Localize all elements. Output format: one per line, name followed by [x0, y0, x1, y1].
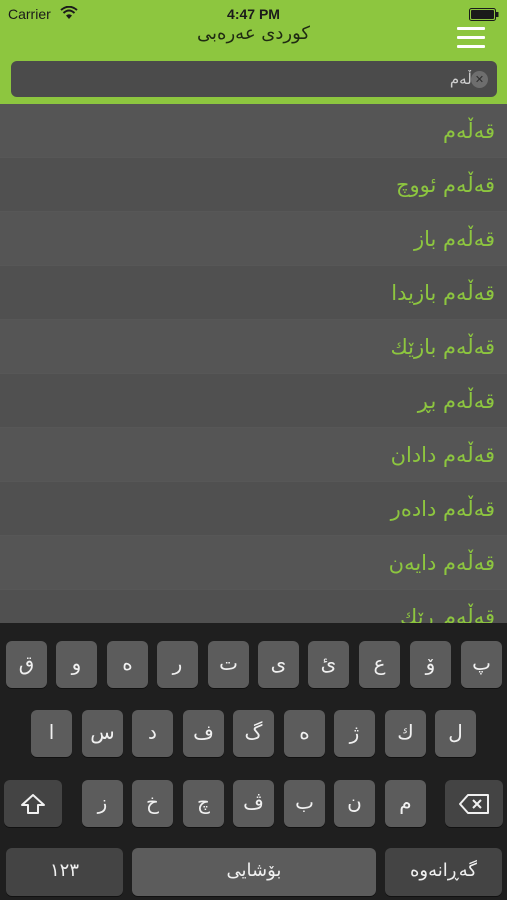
result-item[interactable]: قەڵەم دایەن	[0, 536, 507, 590]
key[interactable]: س	[82, 710, 123, 757]
result-item[interactable]: قەڵەم دادەر	[0, 482, 507, 536]
shift-key[interactable]	[4, 780, 62, 827]
key[interactable]: ق	[6, 641, 47, 688]
results-list[interactable]: قەڵەم قەڵەم ئووچ قەڵەم باز قەڵەم بازیدا …	[0, 104, 507, 623]
keyboard: پ ۆ ع ئ ی ت ر ە و ق ل ك ژ ه گ ف د س ا م …	[0, 623, 507, 900]
key[interactable]: ل	[435, 710, 476, 757]
battery-icon	[469, 8, 499, 21]
key[interactable]: پ	[461, 641, 502, 688]
return-key[interactable]: گەڕانەوە	[385, 848, 502, 896]
key[interactable]: چ	[183, 780, 224, 827]
key[interactable]: ز	[82, 780, 123, 827]
key[interactable]: ژ	[334, 710, 375, 757]
result-item[interactable]: قەڵەم بازیدا	[0, 266, 507, 320]
result-item[interactable]: قەڵەم ئووچ	[0, 158, 507, 212]
key[interactable]: ی	[258, 641, 299, 688]
backspace-icon	[459, 793, 489, 814]
key[interactable]: ه	[284, 710, 325, 757]
key[interactable]: ۆ	[410, 641, 451, 688]
result-item[interactable]: قەڵەم بازێك	[0, 320, 507, 374]
space-key[interactable]: بۆشایی	[132, 848, 376, 896]
key[interactable]: ر	[157, 641, 198, 688]
status-time: 4:47 PM	[227, 6, 280, 22]
clear-search-icon[interactable]: ✕	[471, 71, 488, 88]
result-item[interactable]: قەڵەم ڕێك	[0, 590, 507, 623]
result-item[interactable]: قەڵەم دادان	[0, 428, 507, 482]
page-title: کوردی عەرەبی	[197, 23, 310, 44]
hamburger-menu-icon[interactable]	[457, 27, 485, 49]
shift-icon	[21, 793, 45, 814]
backspace-key[interactable]	[445, 780, 503, 827]
result-item[interactable]: قەڵەم بڕ	[0, 374, 507, 428]
key[interactable]: م	[385, 780, 426, 827]
search-input[interactable]	[51, 67, 487, 91]
numbers-key[interactable]: ١٢٣	[6, 848, 123, 896]
key[interactable]: خ	[132, 780, 173, 827]
key[interactable]: ا	[31, 710, 72, 757]
result-item[interactable]: قەڵەم باز	[0, 212, 507, 266]
key[interactable]: ك	[385, 710, 426, 757]
key[interactable]: ئ	[308, 641, 349, 688]
key[interactable]: ە	[107, 641, 148, 688]
key[interactable]: ف	[183, 710, 224, 757]
key[interactable]: و	[56, 641, 97, 688]
key[interactable]: ع	[359, 641, 400, 688]
key[interactable]: ب	[284, 780, 325, 827]
key[interactable]: ن	[334, 780, 375, 827]
result-item[interactable]: قەڵەم	[0, 104, 507, 158]
key[interactable]: ڤ	[233, 780, 274, 827]
key[interactable]: د	[132, 710, 173, 757]
key[interactable]: ت	[208, 641, 249, 688]
app-header: Carrier 4:47 PM کوردی عەرەبی ✕	[0, 0, 507, 104]
key[interactable]: گ	[233, 710, 274, 757]
search-bar: ✕	[11, 61, 497, 97]
